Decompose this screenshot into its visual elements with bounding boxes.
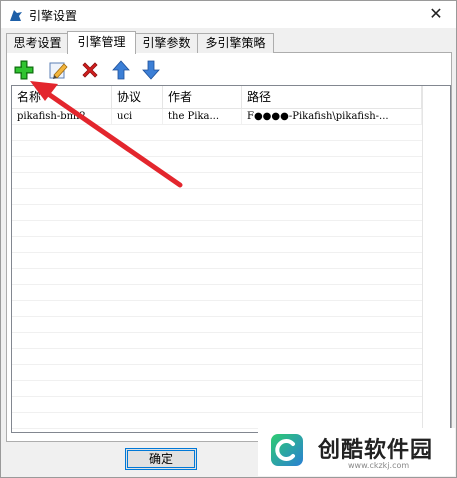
watermark-logo-icon xyxy=(271,434,303,466)
tab-label: 引擎管理 xyxy=(77,35,126,49)
tab-engine-management[interactable]: 引擎管理 xyxy=(67,31,136,54)
watermark: 创酷软件园 www.ckzkj.com xyxy=(258,428,455,476)
red-arrow-annotation xyxy=(30,81,183,188)
watermark-name: 创酷软件园 xyxy=(318,438,434,463)
watermark-url: www.ckzkj.com xyxy=(348,461,410,470)
